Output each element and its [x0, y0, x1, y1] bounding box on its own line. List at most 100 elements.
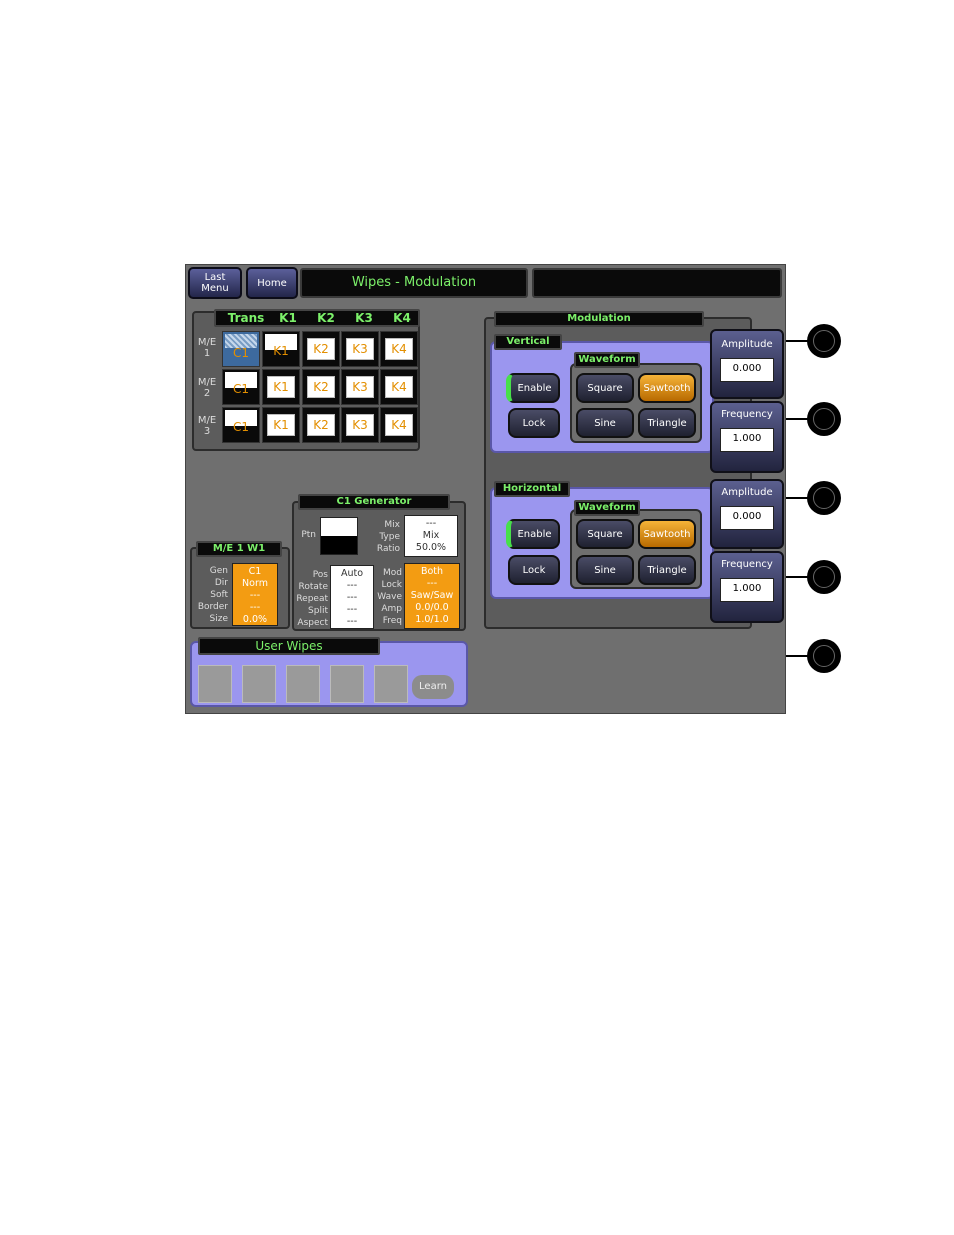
vertical-amplitude-label: Amplitude [721, 339, 773, 350]
horizontal-triangle-button[interactable]: Triangle [638, 555, 696, 585]
k3-cell-me3[interactable]: K3 [341, 407, 379, 443]
k1-label: K1 [267, 376, 295, 398]
value-soft: --- [249, 590, 261, 601]
knob-connector-4 [784, 576, 810, 578]
k2-cell-me3[interactable]: K2 [302, 407, 340, 443]
user-wipe-slot-5[interactable] [374, 665, 408, 703]
value-size: 0.0% [242, 614, 268, 625]
horizontal-enable-button[interactable]: Enable [506, 519, 560, 549]
mod-values[interactable]: Both --- Saw/Saw 0.0/0.0 1.0/1.0 [404, 563, 460, 629]
value-wave: Saw/Saw [410, 590, 454, 601]
col-header-k4: K4 [393, 311, 411, 325]
vertical-waveform-title: Waveform [574, 352, 640, 368]
vertical-frequency-value: 1.000 [720, 428, 774, 452]
k1-cell-me1[interactable]: K1 [262, 331, 300, 367]
horizontal-frequency-value: 1.000 [720, 578, 774, 602]
pos-values[interactable]: Auto --- --- --- --- [330, 565, 374, 629]
row-label-me1: M/E 1 [197, 337, 217, 359]
mix-labels: Mix Type Ratio [362, 519, 400, 555]
label-type: Type [379, 532, 400, 542]
value-ratio: 50.0% [415, 542, 447, 553]
value-mix: --- [425, 518, 437, 529]
knob-3-icon[interactable] [808, 482, 840, 514]
vertical-lock-button[interactable]: Lock [508, 408, 560, 438]
value-rotate: --- [346, 580, 358, 591]
k1-cell-me3[interactable]: K1 [262, 407, 300, 443]
k3-label: K3 [346, 376, 374, 398]
horizontal-sine-button[interactable]: Sine [576, 555, 634, 585]
label-mod: Mod [383, 568, 402, 578]
value-aspect: --- [346, 616, 358, 627]
k4-cell-me2[interactable]: K4 [380, 369, 418, 405]
me-w1-labels: Gen Dir Soft Border Size [190, 565, 228, 625]
knob-connector-2 [784, 418, 810, 420]
k4-cell-me1[interactable]: K4 [380, 331, 418, 367]
home-button[interactable]: Home [246, 267, 298, 299]
k1-label: K1 [273, 344, 289, 358]
k4-label: K4 [385, 414, 413, 436]
knob-1-icon[interactable] [808, 325, 840, 357]
label-mix: Mix [384, 520, 400, 530]
col-header-k3: K3 [355, 311, 373, 325]
k4-label: K4 [385, 376, 413, 398]
vertical-enable-button[interactable]: Enable [506, 373, 560, 403]
horizontal-square-button[interactable]: Square [576, 519, 634, 549]
page-title: Wipes - Modulation [351, 275, 477, 290]
horizontal-lock-button[interactable]: Lock [508, 555, 560, 585]
vertical-triangle-button[interactable]: Triangle [638, 408, 696, 438]
user-wipe-slot-4[interactable] [330, 665, 364, 703]
value-border: --- [249, 602, 261, 613]
horizontal-amplitude-value: 0.000 [720, 506, 774, 530]
label-size: Size [209, 614, 228, 624]
knob-connector-1 [784, 340, 810, 342]
label-pos: Pos [312, 570, 328, 580]
user-wipe-slot-1[interactable] [198, 665, 232, 703]
knob-5-icon[interactable] [808, 640, 840, 672]
vertical-title: Vertical [494, 334, 562, 350]
value-type: Mix [422, 530, 440, 541]
knob-2-icon[interactable] [808, 403, 840, 435]
label-lock: Lock [381, 580, 402, 590]
trans-cell-me1[interactable]: C1 [222, 331, 260, 367]
horizontal-sawtooth-button[interactable]: Sawtooth [638, 519, 696, 549]
k2-label: K2 [307, 376, 335, 398]
user-wipe-slot-3[interactable] [286, 665, 320, 703]
me-w1-title: M/E 1 W1 [196, 541, 282, 557]
vertical-frequency-button[interactable]: Frequency 1.000 [710, 401, 784, 473]
vertical-sine-button[interactable]: Sine [576, 408, 634, 438]
trans-cell-me2[interactable]: C1 [222, 369, 260, 405]
k3-label: K3 [346, 414, 374, 436]
label-amp: Amp [381, 604, 402, 614]
learn-button[interactable]: Learn [412, 675, 454, 699]
k2-cell-me1[interactable]: K2 [302, 331, 340, 367]
k4-cell-me3[interactable]: K4 [380, 407, 418, 443]
vertical-frequency-label: Frequency [721, 409, 773, 420]
vertical-square-button[interactable]: Square [576, 373, 634, 403]
k3-cell-me2[interactable]: K3 [341, 369, 379, 405]
trans-cell-me3[interactable]: C1 [222, 407, 260, 443]
horizontal-amplitude-button[interactable]: Amplitude 0.000 [710, 479, 784, 549]
knob-connector-3 [784, 497, 810, 499]
user-wipes-title: User Wipes [198, 637, 380, 655]
user-wipe-slot-2[interactable] [242, 665, 276, 703]
k2-cell-me2[interactable]: K2 [302, 369, 340, 405]
k1-cell-me2[interactable]: K1 [262, 369, 300, 405]
c1-generator-title: C1 Generator [298, 494, 450, 510]
horizontal-title: Horizontal [494, 481, 570, 497]
vertical-sawtooth-button[interactable]: Sawtooth [638, 373, 696, 403]
label-wave: Wave [377, 592, 402, 602]
mod-labels: Mod Lock Wave Amp Freq [372, 567, 402, 627]
me-w1-values[interactable]: C1 Norm --- --- 0.0% [232, 563, 278, 626]
pos-labels: Pos Rotate Repeat Split Aspect [292, 569, 328, 629]
mix-values[interactable]: --- Mix 50.0% [404, 515, 458, 557]
knob-4-icon[interactable] [808, 561, 840, 593]
k2-label: K2 [307, 414, 335, 436]
vertical-amplitude-value: 0.000 [720, 358, 774, 382]
value-split: --- [346, 604, 358, 615]
pattern-swatch[interactable] [320, 517, 358, 555]
last-menu-button[interactable]: Last Menu [188, 267, 242, 299]
k3-cell-me1[interactable]: K3 [341, 331, 379, 367]
horizontal-frequency-button[interactable]: Frequency 1.000 [710, 551, 784, 623]
vertical-amplitude-button[interactable]: Amplitude 0.000 [710, 329, 784, 399]
label-ratio: Ratio [376, 544, 400, 554]
